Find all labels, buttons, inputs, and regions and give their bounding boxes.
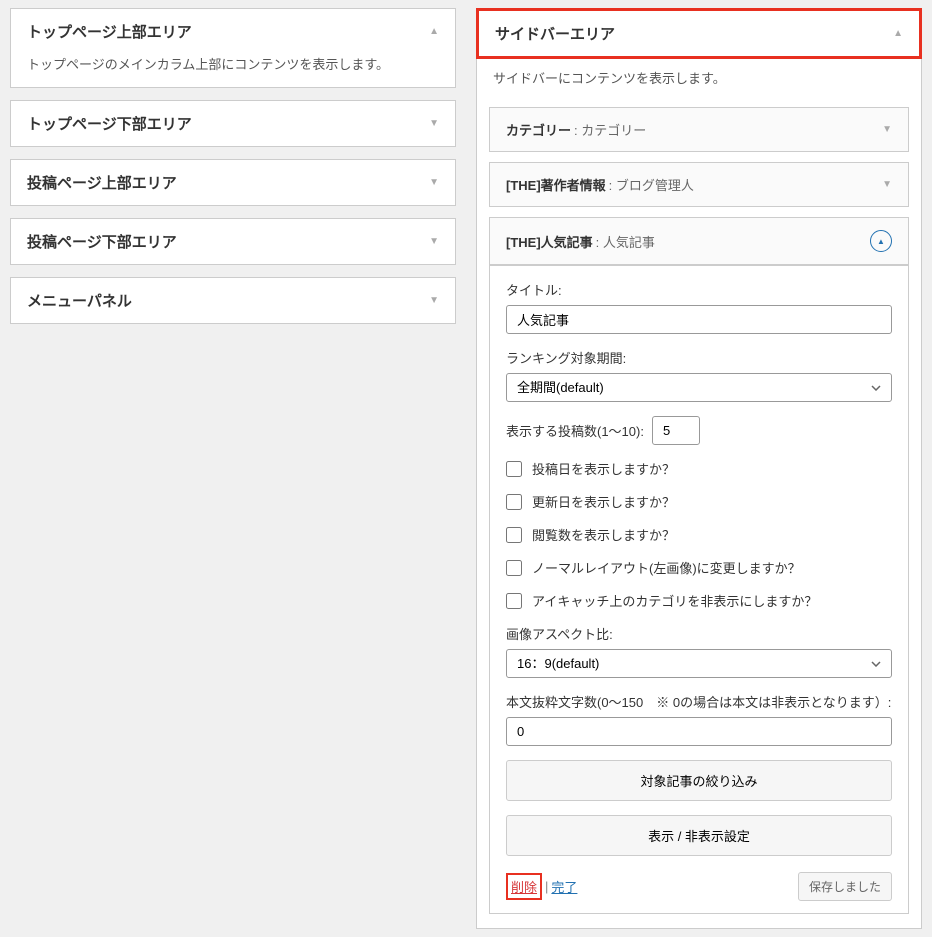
cb-normal-layout[interactable]: ノーマルレイアウト(左画像)に変更しますか？ xyxy=(506,558,892,577)
separator: | xyxy=(545,879,548,894)
widget-name: カテゴリー xyxy=(506,123,571,138)
count-label: 表示する投稿数(1～10): xyxy=(506,421,644,440)
aspect-label: 画像アスペクト比: xyxy=(506,624,892,643)
widget-suffix: : ブログ管理人 xyxy=(609,178,694,193)
count-input[interactable] xyxy=(652,416,700,445)
checkbox-label: 投稿日を表示しますか？ xyxy=(532,459,675,478)
title-input[interactable] xyxy=(506,305,892,334)
widget-name: [THE]著作者情報 xyxy=(506,178,606,193)
panel-title: トップページ上部エリア xyxy=(27,21,192,42)
excerpt-input[interactable] xyxy=(506,717,892,746)
chevron-up-icon: ▲ xyxy=(893,28,903,39)
cb-show-postdate[interactable]: 投稿日を表示しますか？ xyxy=(506,459,892,478)
widget-suffix: : カテゴリー xyxy=(574,123,646,138)
panel-header-post-lower[interactable]: 投稿ページ下部エリア ▼ xyxy=(11,219,455,264)
panel-header-top-lower[interactable]: トップページ下部エリア ▼ xyxy=(11,101,455,146)
panel-sidebar-area: サイドバーエリア ▲ サイドバーにコンテンツを表示します。 カテゴリー: カテゴ… xyxy=(476,8,922,929)
cb-show-views[interactable]: 閲覧数を表示しますか？ xyxy=(506,525,892,544)
checkbox-label: 閲覧数を表示しますか？ xyxy=(532,525,675,544)
widget-title: [THE]著作者情報: ブログ管理人 xyxy=(506,175,694,194)
period-select[interactable]: 全期間(default) xyxy=(506,373,892,402)
checkbox-group: 投稿日を表示しますか？ 更新日を表示しますか？ 閲覧数を表示しますか？ xyxy=(506,459,892,610)
visibility-button[interactable]: 表示 / 非表示設定 xyxy=(506,815,892,856)
widget-author: [THE]著作者情報: ブログ管理人 ▼ xyxy=(489,162,909,207)
delete-link-highlight: 削除 xyxy=(506,873,542,900)
chevron-down-icon: ▼ xyxy=(429,118,439,129)
widget-popular: [THE]人気記事: 人気記事 ▲ xyxy=(489,217,909,265)
panel-post-lower: 投稿ページ下部エリア ▼ xyxy=(10,218,456,265)
period-label: ランキング対象期間: xyxy=(506,348,892,367)
delete-link[interactable]: 削除 xyxy=(511,880,537,895)
chevron-down-icon: ▼ xyxy=(429,236,439,247)
chevron-up-icon: ▲ xyxy=(429,26,439,37)
panel-menu: メニューパネル ▼ xyxy=(10,277,456,324)
excerpt-label: 本文抜粋文字数(0～150 ※ 0の場合は本文は非表示となります）: xyxy=(506,692,892,711)
field-aspect: 画像アスペクト比: 16：9(default) xyxy=(506,624,892,678)
checkbox[interactable] xyxy=(506,494,522,510)
panel-title: 投稿ページ上部エリア xyxy=(27,172,177,193)
chevron-down-icon: ▼ xyxy=(882,124,892,135)
checkbox[interactable] xyxy=(506,560,522,576)
panel-top-upper: トップページ上部エリア ▲ トップページのメインカラム上部にコンテンツを表示しま… xyxy=(10,8,456,88)
widget-header-popular[interactable]: [THE]人気記事: 人気記事 ▲ xyxy=(490,218,908,264)
cb-hide-category[interactable]: アイキャッチ上のカテゴリを非表示にしますか？ xyxy=(506,591,892,610)
panel-title: トップページ下部エリア xyxy=(27,113,192,134)
checkbox-label: 更新日を表示しますか？ xyxy=(532,492,675,511)
filter-button[interactable]: 対象記事の絞り込み xyxy=(506,760,892,801)
panel-header-top-upper[interactable]: トップページ上部エリア ▲ xyxy=(11,9,455,54)
widget-header-category[interactable]: カテゴリー: カテゴリー ▼ xyxy=(490,108,908,151)
panel-header-sidebar[interactable]: サイドバーエリア ▲ xyxy=(476,8,922,59)
saved-message: 保存しました xyxy=(798,872,892,901)
checkbox[interactable] xyxy=(506,527,522,543)
widget-title: カテゴリー: カテゴリー xyxy=(506,120,646,139)
panel-header-menu[interactable]: メニューパネル ▼ xyxy=(11,278,455,323)
widget-name: [THE]人気記事 xyxy=(506,235,593,250)
widget-suffix: : 人気記事 xyxy=(596,235,655,250)
widget-popular-body-wrap: タイトル: ランキング対象期間: 全期間(default) 表示する投稿数(1～… xyxy=(489,265,909,914)
footer-links: 削除 | 完了 xyxy=(506,873,577,900)
collapse-toggle-icon[interactable]: ▲ xyxy=(870,230,892,252)
checkbox-label: アイキャッチ上のカテゴリを非表示にしますか？ xyxy=(532,591,817,610)
cb-show-updatedate[interactable]: 更新日を表示しますか？ xyxy=(506,492,892,511)
field-excerpt: 本文抜粋文字数(0～150 ※ 0の場合は本文は非表示となります）: xyxy=(506,692,892,746)
right-column: サイドバーエリア ▲ サイドバーにコンテンツを表示します。 カテゴリー: カテゴ… xyxy=(476,8,922,929)
field-title: タイトル: xyxy=(506,280,892,334)
widget-category: カテゴリー: カテゴリー ▼ xyxy=(489,107,909,152)
panel-body: カテゴリー: カテゴリー ▼ [THE]著作者情報: ブログ管理人 ▼ xyxy=(477,101,921,928)
aspect-select[interactable]: 16：9(default) xyxy=(506,649,892,678)
checkbox[interactable] xyxy=(506,461,522,477)
panel-top-lower: トップページ下部エリア ▼ xyxy=(10,100,456,147)
chevron-down-icon: ▼ xyxy=(882,179,892,190)
panel-desc: サイドバーにコンテンツを表示します。 xyxy=(477,58,921,101)
chevron-down-icon: ▼ xyxy=(429,177,439,188)
panel-title: 投稿ページ下部エリア xyxy=(27,231,177,252)
left-column: トップページ上部エリア ▲ トップページのメインカラム上部にコンテンツを表示しま… xyxy=(10,8,456,929)
widget-body: タイトル: ランキング対象期間: 全期間(default) 表示する投稿数(1～… xyxy=(490,265,908,913)
checkbox[interactable] xyxy=(506,593,522,609)
chevron-down-icon: ▼ xyxy=(429,295,439,306)
panel-header-post-upper[interactable]: 投稿ページ上部エリア ▼ xyxy=(11,160,455,205)
panel-post-upper: 投稿ページ上部エリア ▼ xyxy=(10,159,456,206)
field-period: ランキング対象期間: 全期間(default) xyxy=(506,348,892,402)
field-count: 表示する投稿数(1～10): xyxy=(506,416,892,445)
checkbox-label: ノーマルレイアウト(左画像)に変更しますか？ xyxy=(532,558,801,577)
panel-title: メニューパネル xyxy=(27,290,132,311)
widget-footer: 削除 | 完了 保存しました xyxy=(506,872,892,901)
title-label: タイトル: xyxy=(506,280,892,299)
panel-desc: トップページのメインカラム上部にコンテンツを表示します。 xyxy=(11,54,455,87)
widget-header-author[interactable]: [THE]著作者情報: ブログ管理人 ▼ xyxy=(490,163,908,206)
panel-title: サイドバーエリア xyxy=(495,23,615,44)
widget-title: [THE]人気記事: 人気記事 xyxy=(506,232,655,251)
done-link[interactable]: 完了 xyxy=(551,877,577,896)
